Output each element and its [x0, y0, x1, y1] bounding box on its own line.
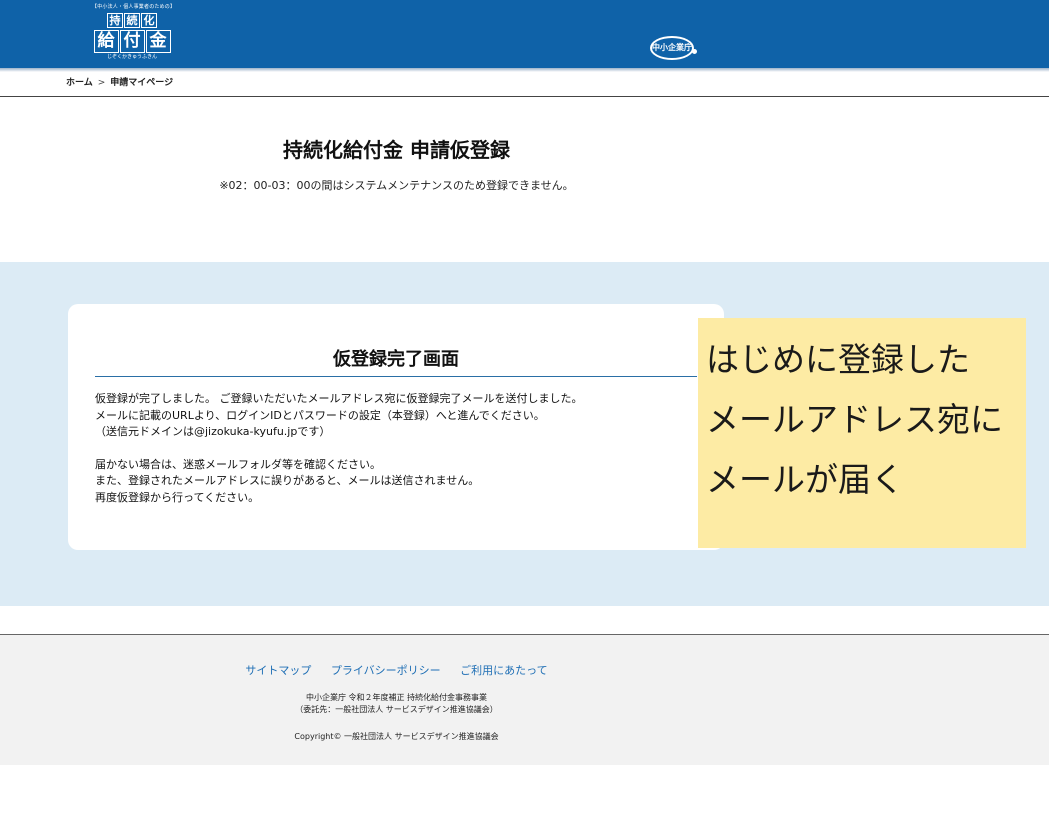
sme-agency-logo[interactable]: 中小企業庁 [650, 36, 694, 60]
breadcrumb-divider [0, 96, 1049, 97]
breadcrumb-separator: > [97, 78, 106, 88]
agency-logo-dot [692, 49, 697, 54]
footer-link-sitemap[interactable]: サイトマップ [245, 664, 311, 677]
annotation-line: はじめに登録した [706, 340, 970, 379]
card-message-line: また、登録されたメールアドレスに誤りがあると、メールは送信されません。 [95, 474, 480, 487]
footer-links: サイトマップ プライバシーポリシー ご利用にあたって [0, 662, 793, 678]
card-title-divider [95, 376, 697, 377]
card-body: 仮登録が完了しました。 ご登録いただいたメールアドレス宛に仮登録完了メールを送付… [95, 391, 695, 506]
annotation-note: はじめに登録した メールアドレス宛に メールが届く [698, 318, 1026, 548]
breadcrumb: ホーム > 申請マイページ [66, 75, 173, 88]
page-title: 持続化給付金 申請仮登録 [283, 138, 510, 162]
logo-char: 給 [93, 30, 119, 53]
logo-char: 続 [124, 13, 140, 28]
annotation-line: メールアドレス宛に [706, 400, 1003, 439]
logo-ruby: じぞくかきゅうふきん [106, 54, 157, 60]
card-message-line: （送信元ドメインは@jizokuka-kyufu.jpです） [95, 425, 331, 438]
logo-char: 化 [141, 13, 157, 28]
annotation-line: メールが届く [706, 460, 904, 499]
footer-link-terms-of-use[interactable]: ご利用にあたって [460, 664, 547, 677]
footer-info-line: （委託先：一般社団法人 サービスデザイン推進協議会） [295, 705, 498, 714]
card-message-line: 仮登録が完了しました。 ご登録いただいたメールアドレス宛に仮登録完了メールを送付… [95, 392, 583, 405]
card-message-line: 再度仮登録から行ってください。 [95, 490, 260, 504]
footer-info-line: 中小企業庁 令和２年度補正 持続化給付金事務事業 [305, 693, 488, 702]
jizokuka-kyufukin-logo[interactable]: 【中小法人・個人事業者のための】 持 続 化 給 付 金 じぞくかきゅうふきん [92, 4, 176, 64]
footer-link-privacy-policy[interactable]: プライバシーポリシー [331, 664, 441, 677]
card-message-line: 届かない場合は、迷惑メールフォルダ等を確認ください。 [95, 457, 381, 471]
logo-char: 持 [107, 13, 123, 28]
footer-copyright: Copyright© 一般社団法人 サービスデザイン推進協議会 [294, 732, 499, 741]
footer-info: 中小企業庁 令和２年度補正 持続化給付金事務事業 （委託先：一般社団法人 サービ… [0, 692, 793, 716]
site-footer: サイトマップ プライバシーポリシー ご利用にあたって 中小企業庁 令和２年度補正… [0, 634, 1049, 765]
card-title: 仮登録完了画面 [333, 349, 459, 370]
breadcrumb-home-link[interactable]: ホーム [66, 78, 93, 88]
breadcrumb-current: 申請マイページ [110, 78, 174, 88]
header-shadow [0, 68, 1049, 72]
site-header: 【中小法人・個人事業者のための】 持 続 化 給 付 金 じぞくかきゅうふきん … [0, 0, 1049, 68]
logo-title-main: 給 付 金 [92, 30, 172, 53]
maintenance-notice: ※02：00-03：00の間はシステムメンテナンスのため登録できません。 [219, 179, 574, 192]
logo-char: 金 [145, 30, 171, 53]
logo-tagline: 【中小法人・個人事業者のための】 [92, 4, 176, 10]
logo-char: 付 [119, 30, 145, 53]
logo-title-top: 持 続 化 [92, 13, 172, 28]
card-message-line: メールに記載のURLより、ログインIDとパスワードの設定（本登録）へと進んでくだ… [95, 408, 545, 422]
